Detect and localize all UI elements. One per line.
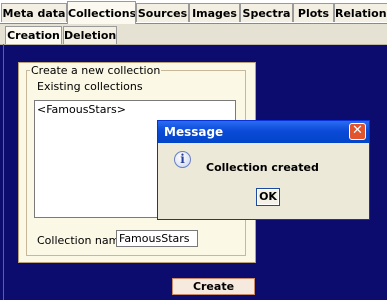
- tab-creation[interactable]: Creation: [5, 26, 62, 44]
- dialog-title: Message: [164, 125, 224, 139]
- tab-meta-data[interactable]: Meta data: [1, 3, 67, 22]
- frame-border: [3, 44, 4, 300]
- tab-plots[interactable]: Plots: [293, 3, 334, 22]
- tab-images[interactable]: Images: [189, 3, 240, 22]
- dialog-message: Collection created: [206, 161, 319, 174]
- tab-deletion[interactable]: Deletion: [63, 26, 117, 44]
- list-item[interactable]: <FamousStars>: [37, 103, 126, 116]
- existing-collections-label: Existing collections: [37, 80, 143, 93]
- top-tab-bar: Meta data Collections Sources Images Spe…: [0, 0, 387, 24]
- tab-relations[interactable]: Relations: [334, 3, 387, 22]
- collection-name-label: Collection name: [37, 234, 127, 247]
- tab-sources[interactable]: Sources: [136, 3, 189, 22]
- group-title: Create a new collection: [30, 64, 162, 77]
- close-icon[interactable]: ✕: [349, 123, 366, 140]
- info-icon: i: [174, 151, 191, 168]
- sub-tab-bar: Creation Deletion: [0, 24, 387, 45]
- ok-button[interactable]: OK: [256, 188, 280, 206]
- dialog-title-bar[interactable]: Message ✕: [158, 121, 369, 143]
- message-dialog: Message ✕ i Collection created OK: [157, 120, 370, 220]
- tab-collections[interactable]: Collections: [67, 1, 136, 24]
- collection-name-input[interactable]: [116, 230, 198, 247]
- tab-spectra[interactable]: Spectra: [240, 3, 293, 22]
- create-button[interactable]: Create: [172, 278, 255, 295]
